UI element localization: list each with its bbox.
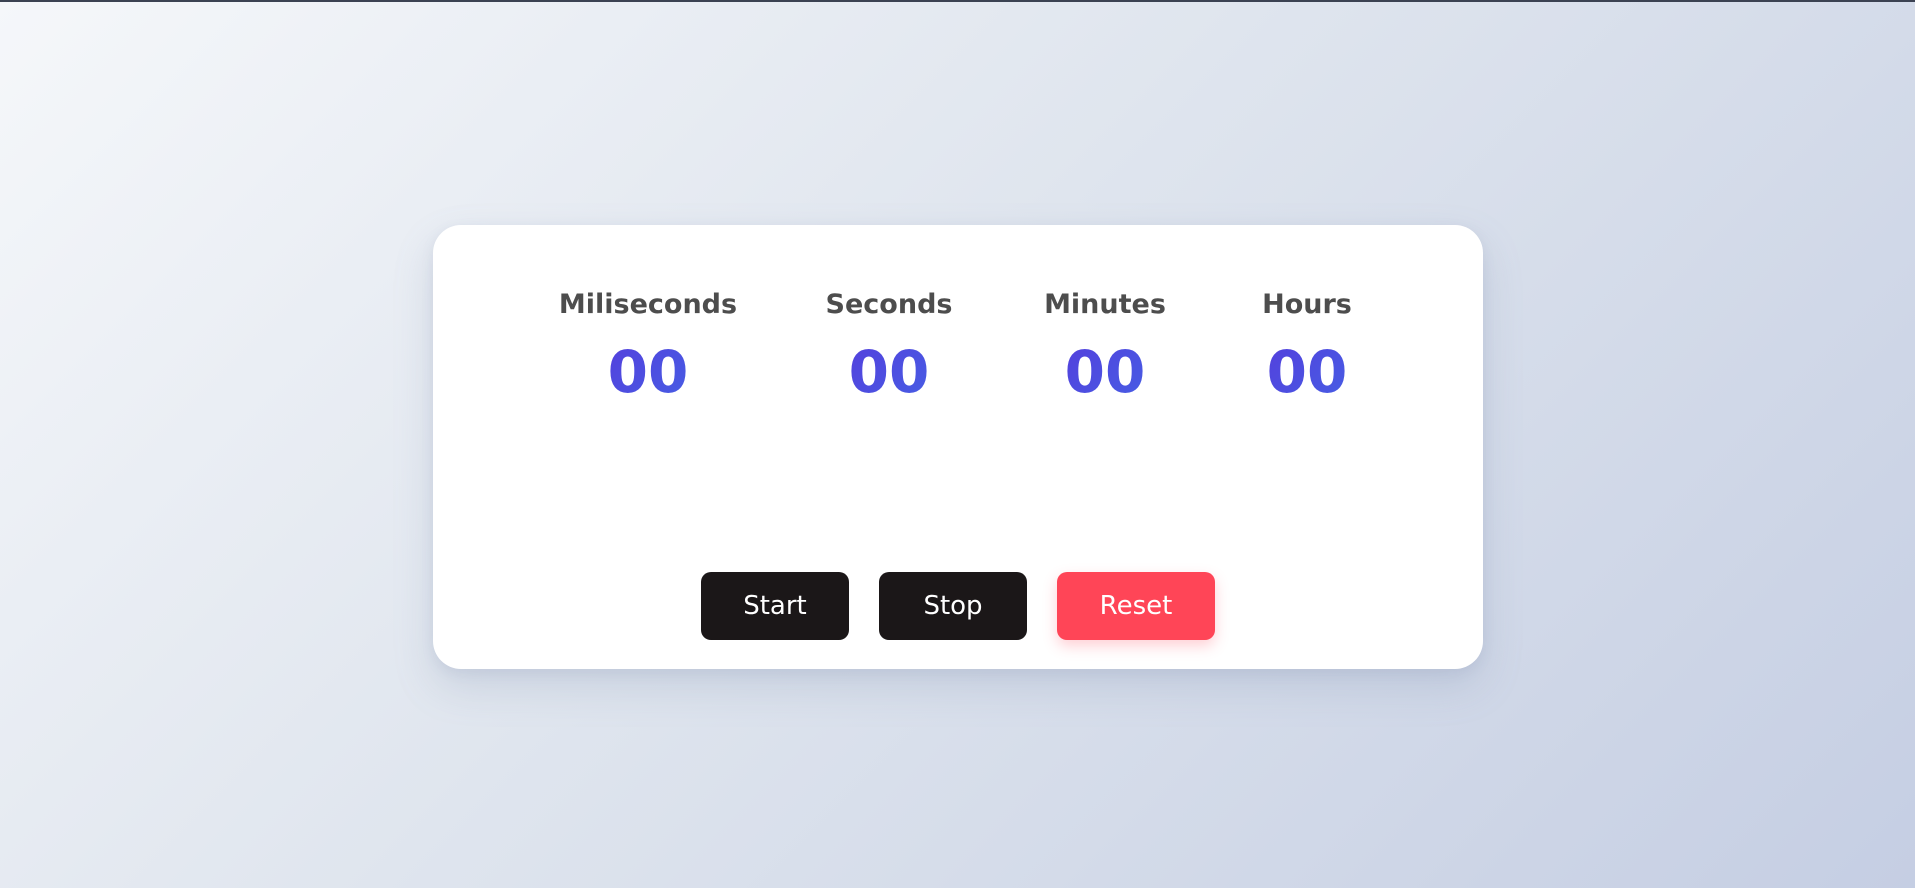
milliseconds-label: Miliseconds [558,289,738,320]
hours-value: 00 [1187,339,1427,405]
hours-unit: Hours 00 [1187,287,1427,405]
start-button[interactable]: Start [701,572,849,640]
stop-button[interactable]: Stop [879,572,1027,640]
stopwatch-card: Miliseconds 00 Seconds 00 Minutes 00 Hou… [433,225,1483,669]
seconds-value: 00 [769,339,1009,405]
seconds-label: Seconds [825,289,953,320]
seconds-unit: Seconds 00 [769,287,1009,405]
window-top-border [0,0,1915,2]
reset-button[interactable]: Reset [1057,572,1215,640]
milliseconds-value: 00 [528,339,768,405]
hours-label: Hours [1262,289,1352,320]
control-buttons: Start Stop Reset [433,572,1483,640]
milliseconds-unit: Miliseconds 00 [528,287,768,405]
